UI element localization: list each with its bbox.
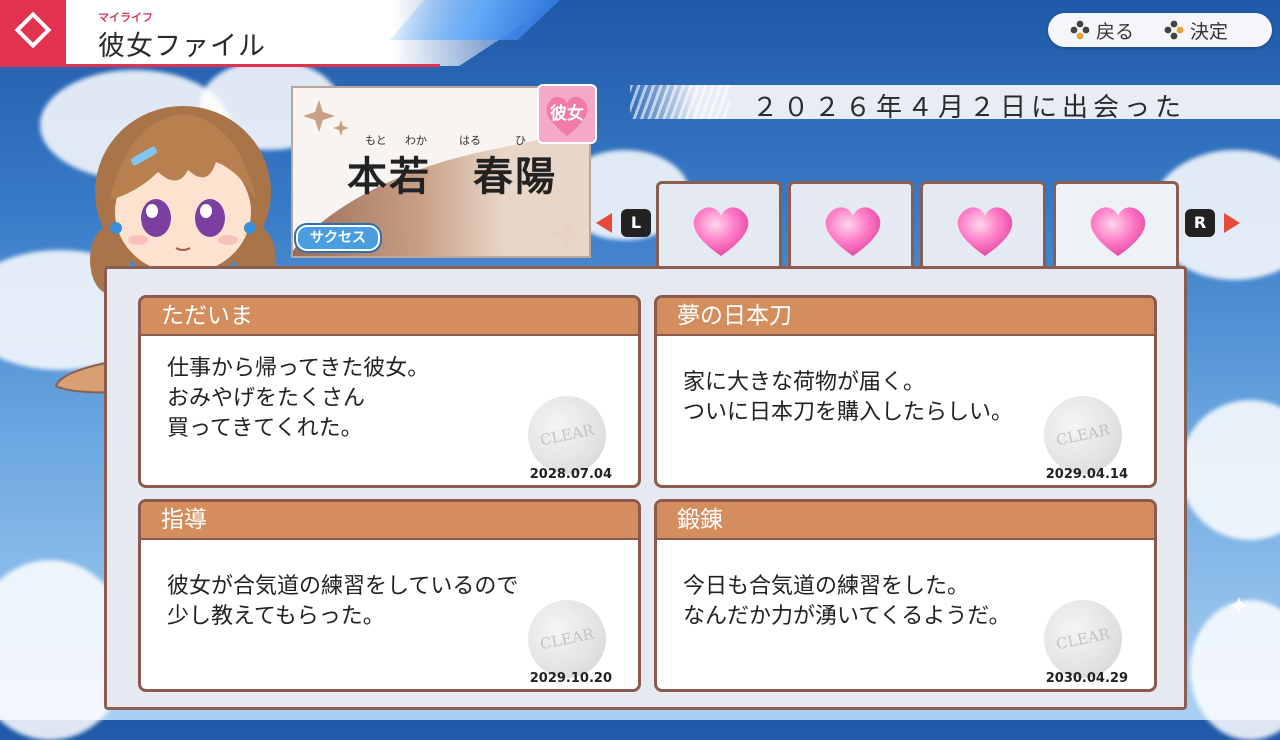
header-stripe <box>0 64 440 67</box>
arrow-right-icon <box>1224 213 1240 233</box>
event-card[interactable]: 鍛錬 CLEAR 今日も合気道の練習をした。 なんだか力が湧いてくるようだ。 2… <box>654 499 1157 692</box>
event-description: 彼女が合気道の練習をしているので 少し教えてもらった。 <box>167 574 519 629</box>
event-date: 2028.07.04 <box>529 467 612 482</box>
cloud <box>1180 400 1280 540</box>
prev-page-button[interactable]: L <box>621 209 651 237</box>
next-page-button[interactable]: R <box>1185 209 1215 237</box>
sparkle-icon <box>551 218 583 250</box>
heart-icon <box>1090 207 1146 256</box>
confirm-button[interactable]: 決定 <box>1164 17 1228 44</box>
event-card[interactable]: 夢の日本刀 CLEAR 家に大きな荷物が届く。 ついに日本刀を購入したらしい。 … <box>654 295 1157 488</box>
heart-icon <box>957 207 1013 256</box>
event-title: ただいま <box>141 298 638 336</box>
tab-heart-2[interactable] <box>788 181 914 269</box>
event-description: 今日も合気道の練習をした。 なんだか力が湧いてくるようだ。 <box>683 574 1011 629</box>
gamepad-button-icon <box>1070 20 1090 40</box>
event-description: 仕事から帰ってきた彼女。 おみやげをたくさん 買ってきてくれた。 <box>167 356 430 441</box>
success-logo: サクセス <box>296 225 380 251</box>
sparkle-icon: ✦ <box>1228 592 1250 622</box>
button-guide: 戻る 決定 <box>1048 13 1272 47</box>
event-date: 2030.04.29 <box>1045 671 1128 686</box>
sparkle-icon <box>303 100 349 136</box>
met-date: ２０２６年４月２日に出会った <box>751 93 1186 123</box>
back-label: 戻る <box>1096 20 1135 43</box>
gamepad-button-icon <box>1164 20 1184 40</box>
confirm-label: 決定 <box>1190 20 1229 43</box>
tab-heart-4-active[interactable] <box>1053 181 1179 273</box>
page-title: 彼女ファイル <box>98 31 266 62</box>
stripe-decoration <box>630 85 730 119</box>
event-card[interactable]: 指導 CLEAR 彼女が合気道の練習をしているので 少し教えてもらった。 202… <box>138 499 641 692</box>
arrow-left-icon <box>596 213 612 233</box>
event-title: 指導 <box>141 502 638 540</box>
event-panel: ただいま CLEAR 仕事から帰ってきた彼女。 おみやげをたくさん 買ってきてく… <box>104 266 1187 710</box>
event-title: 鍛錬 <box>657 502 1154 540</box>
back-button[interactable]: 戻る <box>1070 17 1134 44</box>
tab-heart-3[interactable] <box>920 181 1046 269</box>
heart-icon <box>693 207 749 256</box>
event-date: 2029.10.20 <box>529 671 612 686</box>
menu-emblem <box>0 0 66 66</box>
event-card[interactable]: ただいま CLEAR 仕事から帰ってきた彼女。 おみやげをたくさん 買ってきてく… <box>138 295 641 488</box>
event-date: 2029.04.14 <box>1045 467 1128 482</box>
header-subtitle: マイライフ <box>98 11 153 24</box>
event-description: 家に大きな荷物が届く。 ついに日本刀を購入したらしい。 <box>683 370 1014 425</box>
tab-heart-1[interactable] <box>656 181 782 269</box>
diamond-icon <box>14 11 52 49</box>
character-name: 本若 春陽 <box>347 154 557 200</box>
heart-icon <box>825 207 881 256</box>
girlfriend-badge: 彼女 <box>537 84 597 144</box>
event-title: 夢の日本刀 <box>657 298 1154 336</box>
badge-label: 彼女 <box>550 104 584 124</box>
met-date-bar: ２０２６年４月２日に出会った <box>630 85 1280 123</box>
